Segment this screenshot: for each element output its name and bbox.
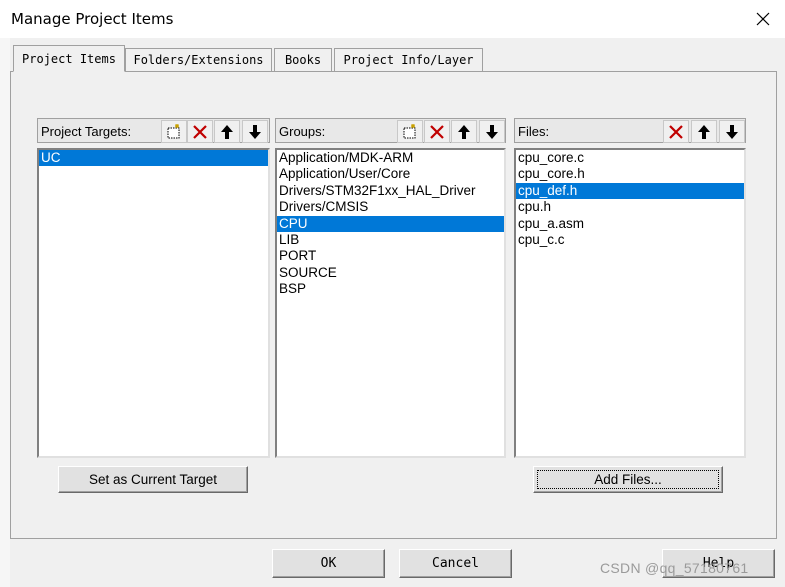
delete-icon xyxy=(193,124,207,139)
window-title: Manage Project Items xyxy=(11,10,174,28)
group-item[interactable]: CPU xyxy=(277,215,504,232)
close-icon xyxy=(756,12,770,26)
targets-move-up-button[interactable] xyxy=(214,120,240,143)
targets-move-down-button[interactable] xyxy=(242,120,268,143)
group-item[interactable]: LIB xyxy=(277,232,504,248)
file-item[interactable]: cpu_c.c xyxy=(516,232,744,248)
file-item[interactable]: cpu_a.asm xyxy=(516,216,744,232)
targets-delete-button[interactable] xyxy=(187,120,213,143)
groups-header: Groups: xyxy=(275,118,506,143)
new-icon xyxy=(403,123,416,138)
targets-list[interactable]: UC xyxy=(37,148,270,458)
group-item[interactable]: PORT xyxy=(277,248,504,264)
file-item[interactable]: cpu_core.c xyxy=(516,150,744,166)
group-item[interactable]: Application/User/Core xyxy=(277,166,504,182)
delete-icon xyxy=(669,124,683,139)
targets-header: Project Targets: xyxy=(37,118,270,143)
tab-project-items[interactable]: Project Items xyxy=(13,45,125,72)
group-item[interactable]: Drivers/STM32F1xx_HAL_Driver xyxy=(277,183,504,199)
move-down-icon xyxy=(486,124,498,139)
tab-books[interactable]: Books xyxy=(274,48,332,71)
group-item[interactable]: SOURCE xyxy=(277,265,504,281)
add-files-button[interactable]: Add Files... xyxy=(533,466,723,493)
file-item[interactable]: cpu.h xyxy=(516,199,744,215)
close-button[interactable] xyxy=(748,4,778,34)
target-item[interactable]: UC xyxy=(39,150,268,167)
groups-new-button[interactable] xyxy=(397,120,423,143)
tab-project-info-layer[interactable]: Project Info/Layer xyxy=(334,48,483,71)
groups-move-down-button[interactable] xyxy=(479,120,505,143)
targets-label: Project Targets: xyxy=(41,124,132,139)
groups-delete-button[interactable] xyxy=(424,120,450,143)
move-down-icon xyxy=(726,124,738,139)
file-item[interactable]: cpu_def.h xyxy=(516,182,744,200)
set-current-target-button[interactable]: Set as Current Target xyxy=(58,466,248,493)
group-item[interactable]: BSP xyxy=(277,281,504,297)
files-header: Files: xyxy=(514,118,746,143)
groups-move-up-button[interactable] xyxy=(451,120,477,143)
files-label: Files: xyxy=(518,124,550,139)
files-delete-button[interactable] xyxy=(663,120,689,143)
files-move-up-button[interactable] xyxy=(691,120,717,143)
groups-list[interactable]: Application/MDK-ARM Application/User/Cor… xyxy=(275,148,506,458)
ok-button[interactable]: OK xyxy=(272,549,385,578)
groups-label: Groups: xyxy=(279,124,326,139)
group-item[interactable]: Application/MDK-ARM xyxy=(277,150,504,166)
files-move-down-button[interactable] xyxy=(719,120,745,143)
watermark: CSDN @qq_57180761 xyxy=(600,560,749,576)
move-up-icon xyxy=(458,124,470,139)
targets-new-button[interactable] xyxy=(161,120,187,143)
move-up-icon xyxy=(698,124,710,139)
tab-folders-extensions[interactable]: Folders/Extensions xyxy=(125,48,272,71)
cancel-button[interactable]: Cancel xyxy=(399,549,512,578)
delete-icon xyxy=(430,124,444,139)
group-item[interactable]: Drivers/CMSIS xyxy=(277,199,504,215)
new-icon xyxy=(167,123,180,138)
file-item[interactable]: cpu_core.h xyxy=(516,166,744,182)
move-down-icon xyxy=(249,124,261,139)
files-list[interactable]: cpu_core.c cpu_core.h cpu_def.h cpu.h cp… xyxy=(514,148,746,458)
move-up-icon xyxy=(221,124,233,139)
dialog-edge xyxy=(0,38,10,587)
